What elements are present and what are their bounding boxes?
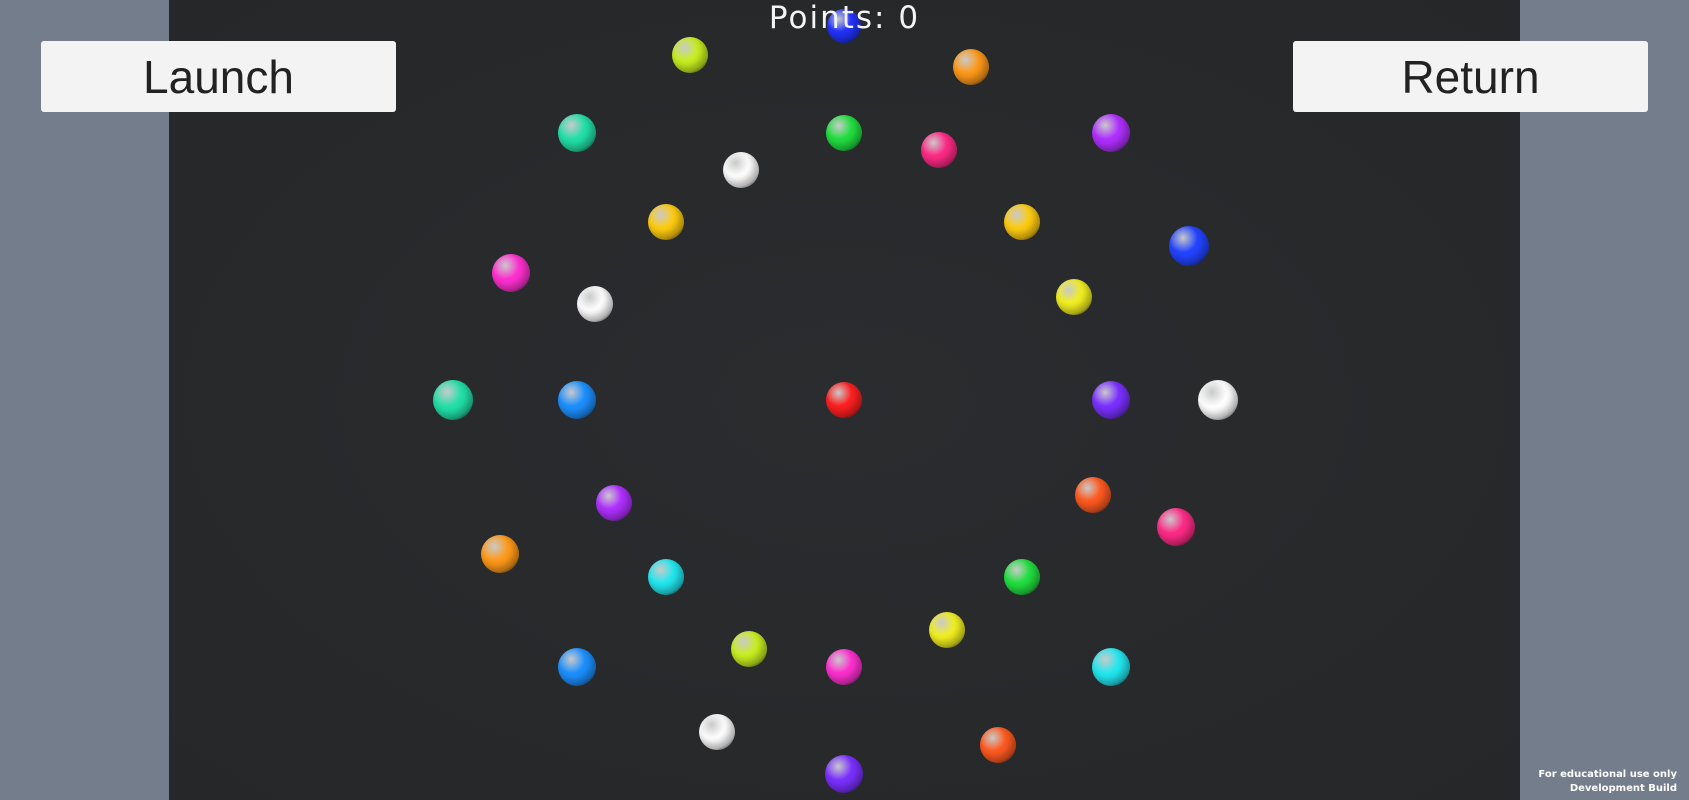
colored-ball bbox=[731, 631, 767, 667]
watermark: For educational use only Development Bui… bbox=[1538, 768, 1677, 796]
points-display: Points: 0 bbox=[768, 0, 921, 36]
colored-ball bbox=[577, 286, 613, 322]
colored-ball bbox=[699, 714, 735, 750]
colored-ball bbox=[826, 115, 862, 151]
colored-ball bbox=[648, 559, 684, 595]
colored-ball bbox=[826, 649, 862, 685]
colored-ball bbox=[1004, 559, 1040, 595]
colored-ball bbox=[825, 755, 863, 793]
colored-ball bbox=[672, 37, 708, 73]
colored-ball bbox=[558, 648, 596, 686]
colored-ball bbox=[1092, 648, 1130, 686]
colored-ball bbox=[492, 254, 530, 292]
colored-ball bbox=[826, 382, 862, 418]
colored-ball bbox=[433, 380, 473, 420]
colored-ball bbox=[1056, 279, 1092, 315]
colored-ball bbox=[596, 485, 632, 521]
colored-ball bbox=[648, 204, 684, 240]
colored-ball bbox=[723, 152, 759, 188]
colored-ball bbox=[558, 114, 596, 152]
watermark-line-1: For educational use only bbox=[1538, 769, 1677, 780]
return-button[interactable]: Return bbox=[1293, 41, 1648, 112]
colored-ball bbox=[980, 727, 1016, 763]
colored-ball bbox=[1157, 508, 1195, 546]
colored-ball bbox=[1169, 226, 1209, 266]
colored-ball bbox=[558, 381, 596, 419]
colored-ball bbox=[1075, 477, 1111, 513]
colored-ball bbox=[929, 612, 965, 648]
launch-button[interactable]: Launch bbox=[41, 41, 396, 112]
watermark-line-2: Development Build bbox=[1569, 783, 1677, 794]
colored-ball bbox=[1004, 204, 1040, 240]
colored-ball bbox=[1092, 114, 1130, 152]
colored-ball bbox=[921, 132, 957, 168]
colored-ball bbox=[953, 49, 989, 85]
colored-ball bbox=[1092, 381, 1130, 419]
colored-ball bbox=[1198, 380, 1238, 420]
colored-ball bbox=[481, 535, 519, 573]
